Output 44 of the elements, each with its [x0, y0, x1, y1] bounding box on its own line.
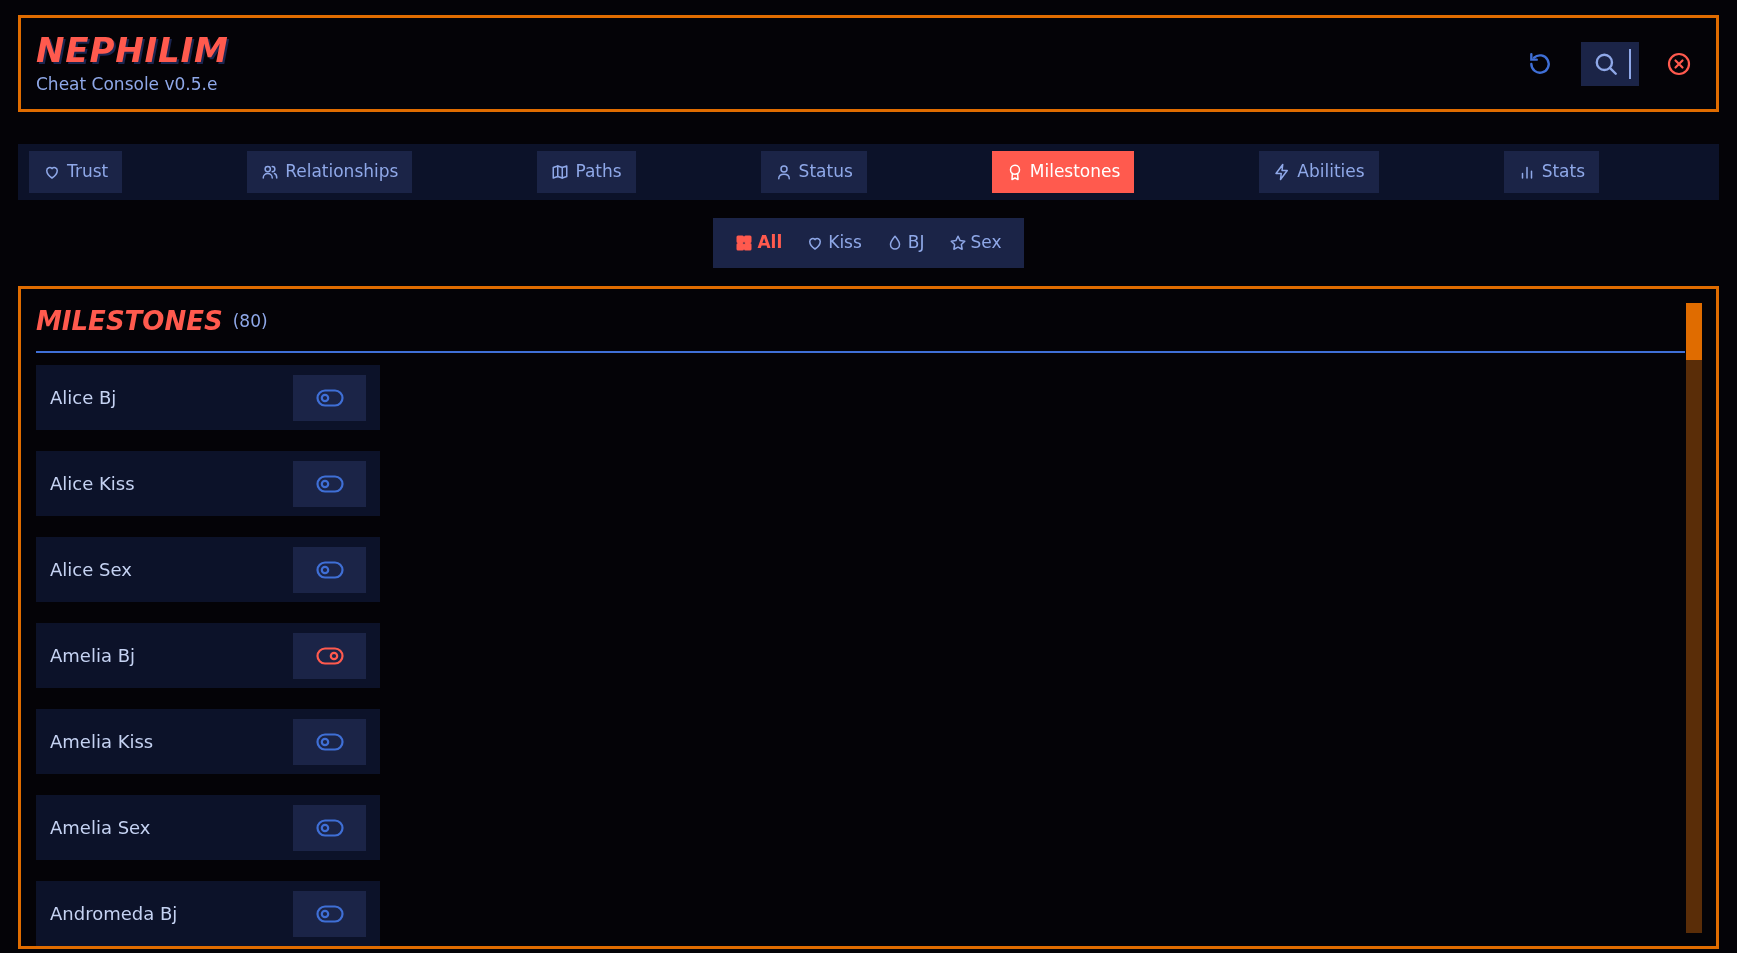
grid-icon — [735, 234, 754, 252]
item-count: (80) — [232, 309, 268, 333]
milestone-name: Alice Bj — [50, 386, 117, 410]
users-icon — [261, 163, 280, 181]
toggle-icon — [315, 474, 344, 493]
tab[interactable]: Stats — [1503, 151, 1600, 193]
tab[interactable]: Trust — [29, 151, 123, 193]
milestone-name: Alice Sex — [50, 558, 132, 582]
star-icon — [948, 234, 967, 252]
toggle-icon — [315, 388, 344, 407]
milestone-name: Amelia Kiss — [50, 730, 154, 754]
filter-tab[interactable]: Sex — [938, 225, 1012, 261]
toggle-icon — [315, 904, 344, 923]
tab[interactable]: Status — [760, 151, 867, 193]
toggle-button[interactable] — [293, 460, 366, 507]
toggle-icon — [315, 560, 344, 579]
subtitle: Cheat Console v0.5.e — [36, 72, 219, 96]
toggle-icon — [315, 646, 344, 665]
toggle-icon — [315, 818, 344, 837]
milestone-name: Amelia Sex — [50, 816, 151, 840]
panel-title: MILESTONES — [36, 306, 223, 337]
map-icon — [551, 163, 570, 181]
toggle-button[interactable] — [293, 546, 366, 593]
search-button[interactable] — [1581, 41, 1639, 86]
milestone-name: Andromeda Bj — [50, 902, 178, 926]
tab[interactable]: Relationships — [247, 151, 413, 193]
reset-icon[interactable] — [1527, 50, 1553, 77]
logo-text: NEPHILIM — [36, 29, 229, 70]
tab[interactable]: Paths — [537, 151, 636, 193]
toggle-icon — [315, 732, 344, 751]
toggle-button[interactable] — [293, 890, 366, 937]
filter-tab[interactable]: All — [725, 225, 793, 261]
toggle-button[interactable] — [293, 718, 366, 765]
filter-tab[interactable]: Kiss — [796, 225, 872, 261]
scrollbar-track[interactable] — [1686, 303, 1702, 933]
toggle-button[interactable] — [293, 804, 366, 851]
filter-tab[interactable]: BJ — [875, 225, 935, 261]
toggle-button[interactable] — [293, 374, 366, 421]
tab[interactable]: Abilities — [1259, 151, 1379, 193]
toggle-button[interactable] — [293, 632, 366, 679]
close-icon[interactable] — [1667, 51, 1691, 76]
scrollbar-thumb[interactable] — [1686, 303, 1702, 360]
milestone-name: Amelia Bj — [50, 644, 136, 668]
milestone-name: Alice Kiss — [50, 472, 135, 496]
